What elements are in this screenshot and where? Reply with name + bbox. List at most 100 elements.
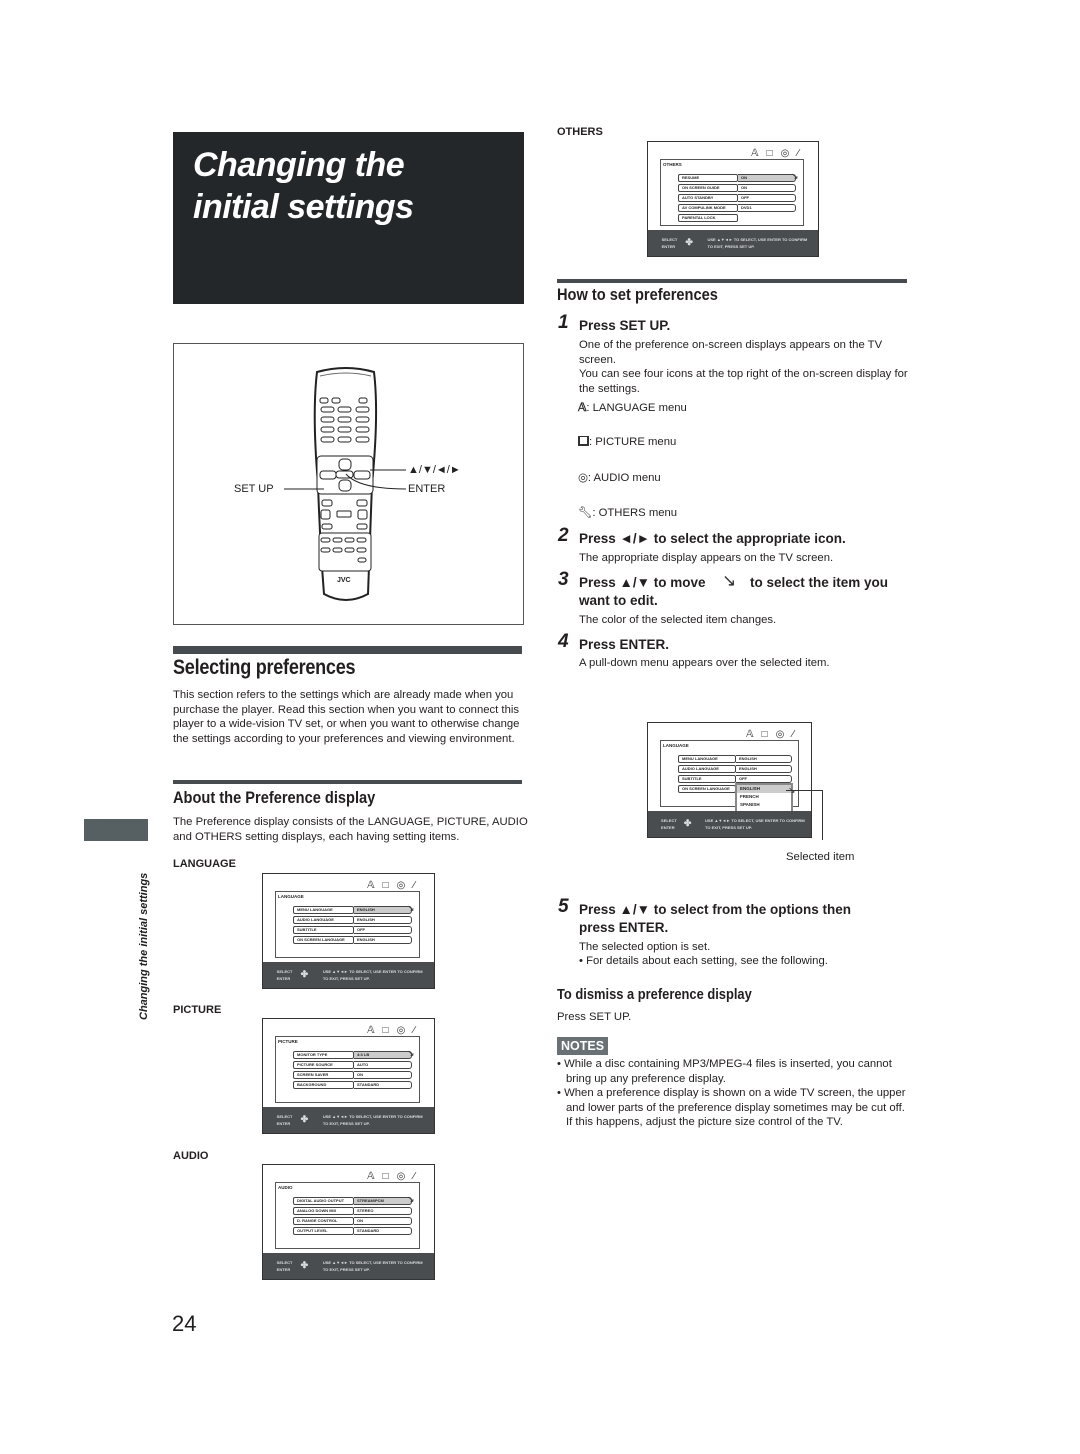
osd-setting-value[interactable]: ENGLISH: [354, 906, 412, 914]
osd-setting-value[interactable]: STEREO: [354, 1207, 412, 1215]
osd-setting-key: OUTPUT LEVEL: [293, 1227, 354, 1235]
osd-setting-row[interactable]: AUDIO LANGUAGE ENGLISH: [678, 765, 792, 773]
osd-footer-instructions: USE ▲▼◄► TO SELECT, USE ENTER TO CONFIRM: [705, 818, 805, 824]
osd-setting-value[interactable]: ON: [738, 184, 796, 192]
osd-setting-key: PICTURE SOURCE: [293, 1061, 354, 1069]
osd-setting-value[interactable]: STANDARD: [354, 1081, 412, 1089]
picture-caption: PICTURE: [173, 1004, 222, 1016]
osd-setting-value[interactable]: DVD1: [738, 204, 796, 212]
osd-setting-row[interactable]: MENU LANGUAGE ENGLISH: [678, 755, 792, 763]
osd-icon-bar: 𝔸 □ ◎ ∕: [367, 1025, 415, 1037]
osd-setting-row[interactable]: D. RANGE CONTROL ON: [293, 1217, 412, 1225]
osd-setting-value[interactable]: 4:3 LB: [354, 1051, 412, 1059]
language-icon[interactable]: 𝔸: [746, 729, 753, 741]
osd-setting-value[interactable]: OFF: [738, 194, 796, 202]
language-icon[interactable]: 𝔸: [751, 148, 758, 160]
osd-setting-row[interactable]: PICTURE SOURCE AUTO: [293, 1061, 412, 1069]
language-icon[interactable]: 𝔸: [367, 1025, 374, 1037]
pulldown-menu[interactable]: ENGLISH FRENCH SPANISH: [735, 783, 793, 813]
osd-setting-row[interactable]: DIGITAL AUDIO OUTPUT STREAM/PCM: [293, 1197, 412, 1205]
osd-tab-label: LANGUAGE: [278, 894, 304, 899]
step-1-number: 1: [558, 312, 569, 333]
osd-setting-row[interactable]: BACKGROUND STANDARD: [293, 1081, 412, 1089]
step-5-desc: The selected option is set.: [579, 941, 711, 953]
osd-setting-key: AUDIO LANGUAGE: [293, 916, 354, 924]
osd-setting-row[interactable]: MENU LANGUAGE ENGLISH: [293, 906, 412, 914]
notes-badge: NOTES: [557, 1037, 609, 1055]
audio-icon: ◎: [578, 472, 588, 484]
step-2-title: Press ◄/► to select the appropriate icon…: [579, 531, 846, 546]
osd-setting-row[interactable]: MONITOR TYPE 4:3 LB: [293, 1051, 412, 1059]
step-5-title-b: press ENTER.: [579, 920, 669, 935]
osd-setting-value[interactable]: ENGLISH: [354, 916, 412, 924]
audio-icon[interactable]: ◎: [776, 729, 785, 741]
language-icon[interactable]: 𝔸: [367, 1171, 374, 1183]
osd-footer-instructions: USE ▲▼◄► TO SELECT, USE ENTER TO CONFIRM: [322, 969, 423, 975]
others-icon[interactable]: ∕: [797, 148, 799, 160]
step-4-number: 4: [558, 631, 569, 652]
audio-icon[interactable]: ◎: [397, 1025, 406, 1037]
osd-setting-key: D. RANGE CONTROL: [293, 1217, 354, 1225]
audio-icon[interactable]: ◎: [397, 880, 406, 892]
osd-icon-bar: 𝔸 □ ◎ ∕: [746, 729, 794, 741]
osd-footer-enter: ENTER: [276, 1121, 291, 1127]
osd-setting-value[interactable]: ENGLISH: [354, 936, 412, 944]
osd-setting-row[interactable]: SCREEN SAVER ON: [293, 1071, 412, 1079]
osd-setting-value[interactable]: OFF: [736, 775, 792, 783]
step-2-desc: The appropriate display appears on the T…: [579, 552, 834, 564]
osd-setting-value[interactable]: STREAM/PCM: [354, 1197, 412, 1205]
osd-setting-row[interactable]: SUBTITLE OFF: [678, 775, 792, 783]
osd-setting-row[interactable]: AUDIO LANGUAGE ENGLISH: [293, 916, 412, 924]
osd-setting-value[interactable]: OFF: [354, 926, 412, 934]
picture-icon[interactable]: □: [762, 729, 768, 741]
others-icon[interactable]: ∕: [792, 729, 794, 741]
osd-footer-exit: TO EXIT, PRESS SET UP.: [322, 1267, 370, 1273]
osd-footer-exit: TO EXIT, PRESS SET UP.: [705, 825, 753, 831]
osd-setting-row[interactable]: ON SCREEN LANGUAGE ENGLISH: [293, 936, 412, 944]
callout-line: [822, 790, 823, 840]
others-icon[interactable]: ∕: [413, 1025, 415, 1037]
others-icon[interactable]: ∕: [413, 880, 415, 892]
others-icon: 🔧︎: [578, 507, 593, 519]
osd-setting-key: MENU LANGUAGE: [678, 755, 736, 763]
section-divider: [557, 279, 907, 283]
picture-icon[interactable]: □: [383, 1171, 389, 1183]
picture-icon[interactable]: □: [383, 880, 389, 892]
osd-setting-value[interactable]: ENGLISH: [736, 755, 792, 763]
osd-panel: LANGUAGE 𝔸 □ ◎ ∕ MENU LANGUAGE ENGLISH AUDIO LA…: [275, 880, 420, 958]
osd-setting-row[interactable]: OUTPUT LEVEL STANDARD: [293, 1227, 412, 1235]
audio-icon[interactable]: ◎: [781, 148, 790, 160]
legend-others: 🔧︎: OTHERS menu: [578, 506, 677, 519]
legend-language-label: : LANGUAGE menu: [586, 402, 687, 414]
dpad-icon: ✤: [300, 968, 309, 979]
step-5-number: 5: [558, 896, 569, 917]
picture-icon[interactable]: □: [767, 148, 773, 160]
osd-setting-value[interactable]: ON: [354, 1217, 412, 1225]
osd-setting-row[interactable]: PARENTAL LOCK: [678, 214, 738, 222]
audio-icon[interactable]: ◎: [397, 1171, 406, 1183]
osd-setting-row[interactable]: ANALOG DOWN MIX STEREO: [293, 1207, 412, 1215]
picture-icon[interactable]: □: [383, 1025, 389, 1037]
osd-setting-row[interactable]: RESUME ON: [678, 174, 796, 182]
osd-setting-row[interactable]: ON SCREEN GUIDE ON: [678, 184, 796, 192]
osd-setting-value[interactable]: ON: [354, 1071, 412, 1079]
osd-footer-instructions: USE ▲▼◄► TO SELECT, USE ENTER TO CONFIRM: [707, 237, 808, 243]
osd-setting-value[interactable]: STANDARD: [354, 1227, 412, 1235]
page-number: 24: [172, 1311, 197, 1336]
pulldown-option[interactable]: FRENCH: [737, 793, 791, 801]
osd-setting-value[interactable]: ENGLISH: [736, 765, 792, 773]
pulldown-option[interactable]: ENGLISH: [737, 785, 791, 793]
others-icon[interactable]: ∕: [413, 1171, 415, 1183]
osd-screen-picture: PICTURE 𝔸 □ ◎ ∕ MONITOR TYPE 4:3 LB PICTURE SOU…: [262, 1018, 435, 1134]
osd-setting-value[interactable]: AUTO: [354, 1061, 412, 1069]
osd-setting-row[interactable]: SUBTITLE OFF: [293, 926, 412, 934]
osd-setting-value[interactable]: ON: [738, 174, 796, 182]
notes-badge-label: NOTES: [557, 1037, 609, 1055]
osd-setting-row[interactable]: AV COMPULINK MODE DVD1: [678, 204, 796, 212]
osd-footer-instructions: USE ▲▼◄► TO SELECT, USE ENTER TO CONFIRM: [322, 1114, 423, 1120]
pulldown-option[interactable]: SPANISH: [737, 801, 791, 809]
language-icon[interactable]: 𝔸: [367, 880, 374, 892]
legend-others-label: : OTHERS menu: [592, 507, 678, 519]
osd-panel: OTHERS 𝔸 □ ◎ ∕ RESUME ON ON SCREEN GUIDE ON AUTO …: [660, 148, 804, 226]
osd-setting-row[interactable]: AUTO STANDBY OFF: [678, 194, 796, 202]
